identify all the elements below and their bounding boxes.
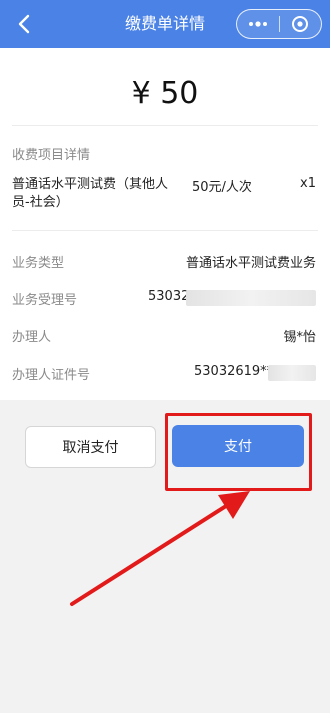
annotation-arrow <box>70 491 250 606</box>
